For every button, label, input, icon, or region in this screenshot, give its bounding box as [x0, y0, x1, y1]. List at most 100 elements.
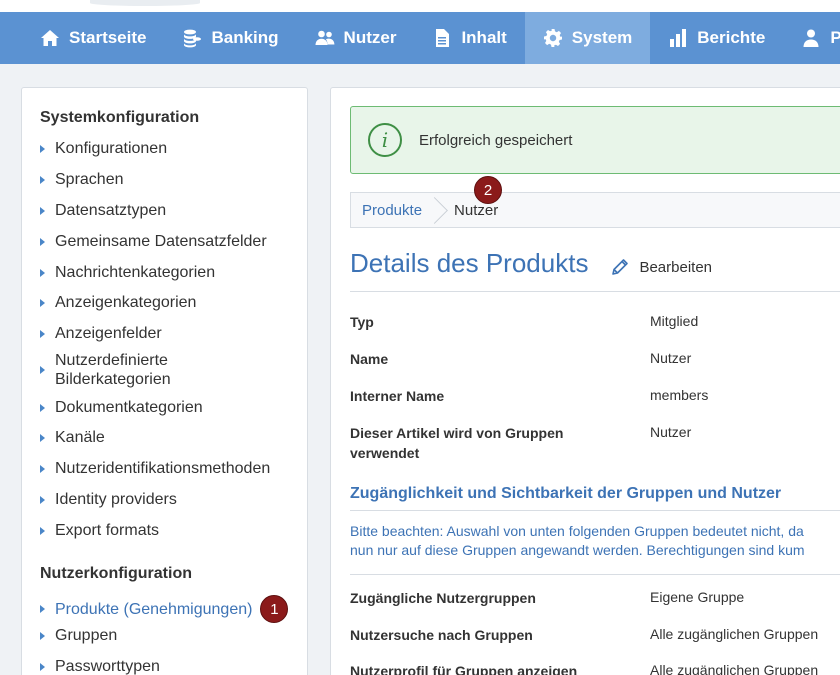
- caret-right-icon: [40, 329, 45, 338]
- field-value: Nutzer: [650, 350, 692, 366]
- person-icon: [803, 29, 819, 47]
- sidebar-item-sprachen[interactable]: Sprachen: [40, 170, 305, 189]
- info-icon: i: [368, 123, 402, 157]
- field-value: Mitglied: [650, 313, 699, 329]
- nav-label: System: [571, 28, 633, 47]
- field-value: Nutzer: [650, 424, 692, 440]
- sidebar-item-label: Nutzerdefinierte Bilderkategorien: [55, 352, 171, 388]
- sidebar-item-produkte[interactable]: Produkte (Genehmigungen) 1: [40, 595, 305, 623]
- sidebar-item-label: Anzeigenkategorien: [55, 294, 197, 311]
- sidebar-item-dokumentkategorien[interactable]: Dokumentkategorien: [40, 398, 305, 417]
- caret-right-icon: [40, 526, 45, 535]
- sidebar-item-label: Passworttypen: [55, 658, 160, 675]
- sidebar-item-bilderkategorien[interactable]: Nutzerdefinierte Bilderkategorien: [40, 351, 200, 389]
- nav-item-inhalt[interactable]: Inhalt: [414, 12, 524, 64]
- bar-chart-icon: [670, 29, 687, 47]
- gear-icon: [543, 29, 562, 47]
- caret-right-icon: [40, 268, 45, 277]
- sidebar-item-nachrichtenkategorien[interactable]: Nachrichtenkategorien: [40, 263, 305, 282]
- field-value: Alle zugänglichen Gruppen: [650, 626, 819, 642]
- caret-right-icon: [40, 366, 45, 374]
- field-label: Nutzersuche nach Gruppen: [350, 627, 533, 643]
- sidebar-item-label: Gruppen: [55, 627, 118, 644]
- nav-label: Inhalt: [461, 28, 507, 47]
- alert-message: Erfolgreich gespeichert: [419, 131, 573, 149]
- caret-right-icon: [40, 298, 45, 307]
- sidebar-item-gruppen[interactable]: Gruppen: [40, 626, 305, 645]
- field-label: Name: [350, 351, 389, 367]
- sidebar-item-label: Nachrichtenkategorien: [55, 264, 216, 281]
- sidebar-item-gemeinsame-datensatzfelder[interactable]: Gemeinsame Datensatzfelder: [40, 232, 305, 251]
- coins-icon: [184, 29, 202, 48]
- edit-button[interactable]: Bearbeiten: [610, 257, 712, 277]
- sidebar-item-label: Export formats: [55, 522, 160, 539]
- sidebar-item-kanaele[interactable]: Kanäle: [40, 428, 305, 447]
- caret-right-icon: [40, 605, 45, 613]
- field-label: Zugängliche Nutzergruppen: [350, 590, 536, 606]
- note-line-2: nun nur auf diese Gruppen angewandt werd…: [350, 542, 805, 558]
- sidebar-heading-nutzerkonfiguration: Nutzerkonfiguration: [40, 565, 192, 582]
- caret-right-icon: [40, 144, 45, 153]
- nav-label: Pe: [830, 28, 840, 47]
- main-panel: i Erfolgreich gespeichert Produkte Nutze…: [330, 87, 840, 675]
- caret-right-icon: [40, 464, 45, 473]
- sidebar-item-label: Dokumentkategorien: [55, 399, 203, 416]
- field-label: Interner Name: [350, 388, 445, 404]
- sidebar-heading-systemkonfiguration: Systemkonfiguration: [40, 109, 200, 126]
- browser-top-strip: [0, 0, 840, 12]
- field-label: Typ: [350, 314, 374, 330]
- sidebar-item-anzeigenfelder[interactable]: Anzeigenfelder: [40, 324, 305, 343]
- sidebar: Systemkonfiguration Konfigurationen Spra…: [21, 87, 308, 675]
- caret-right-icon: [40, 662, 45, 671]
- breadcrumb-separator-icon: [432, 193, 446, 227]
- edit-label: Bearbeiten: [639, 258, 713, 276]
- nav-item-berichte[interactable]: Berichte: [650, 12, 783, 64]
- section-title-zugaenglichkeit: Zugänglichkeit und Sichtbarkeit der Grup…: [350, 485, 840, 511]
- main-navbar: Startseite Banking Nutzer Inhalt System …: [0, 12, 840, 64]
- sidebar-item-label: Kanäle: [55, 429, 105, 446]
- caret-right-icon: [40, 631, 45, 640]
- home-icon: [41, 30, 59, 46]
- sidebar-item-anzeigenkategorien[interactable]: Anzeigenkategorien: [40, 293, 305, 312]
- nav-item-personen[interactable]: Pe: [783, 12, 840, 64]
- sidebar-item-label: Produkte (Genehmigungen): [55, 600, 253, 618]
- step-badge-1: 1: [260, 595, 289, 623]
- step-badge-2: 2: [474, 176, 502, 204]
- nav-label: Startseite: [69, 28, 147, 47]
- breadcrumb-link-produkte[interactable]: Produkte: [351, 202, 422, 219]
- sidebar-item-passworttypen[interactable]: Passworttypen: [40, 657, 305, 675]
- nav-item-system[interactable]: System: [524, 12, 651, 64]
- nav-item-startseite[interactable]: Startseite: [0, 12, 164, 64]
- nav-label: Berichte: [697, 28, 766, 47]
- sidebar-item-identity-providers[interactable]: Identity providers: [40, 490, 305, 509]
- breadcrumb: Produkte Nutzer: [350, 192, 840, 228]
- success-alert: i Erfolgreich gespeichert: [350, 106, 840, 174]
- caret-right-icon: [40, 433, 45, 442]
- sidebar-item-label: Gemeinsame Datensatzfelder: [55, 233, 267, 250]
- sidebar-item-label: Identity providers: [55, 491, 177, 508]
- sidebar-item-export-formats[interactable]: Export formats: [40, 521, 305, 540]
- sidebar-item-label: Datensatztypen: [55, 202, 167, 219]
- field-value: Alle zugänglichen Gruppen: [650, 662, 819, 675]
- breadcrumb-current-nutzer: Nutzer: [454, 201, 499, 219]
- sidebar-item-label: Konfigurationen: [55, 140, 168, 157]
- nav-item-nutzer[interactable]: Nutzer: [297, 12, 415, 64]
- field-label: Nutzerprofil für Gruppen anzeigen: [350, 663, 578, 675]
- sidebar-item-nutzeridentifikationsmethoden[interactable]: Nutzeridentifikationsmethoden: [40, 459, 305, 478]
- sidebar-item-datensatztypen[interactable]: Datensatztypen: [40, 201, 305, 220]
- info-note: Bitte beachten: Auswahl von unten folgen…: [350, 522, 840, 560]
- sidebar-item-label: Anzeigenfelder: [55, 325, 162, 342]
- field-value: Eigene Gruppe: [650, 589, 745, 605]
- pencil-icon: [612, 259, 629, 275]
- caret-right-icon: [40, 495, 45, 504]
- nav-item-banking[interactable]: Banking: [164, 12, 296, 64]
- page-title: Details des Produkts: [350, 248, 589, 278]
- sidebar-item-konfigurationen[interactable]: Konfigurationen: [40, 139, 305, 158]
- divider: [350, 574, 840, 575]
- nav-label: Nutzer: [343, 28, 397, 47]
- note-line-1: Bitte beachten: Auswahl von unten folgen…: [350, 523, 804, 539]
- document-icon: [436, 29, 450, 47]
- nav-label: Banking: [211, 28, 279, 47]
- sidebar-item-label: Sprachen: [55, 171, 124, 188]
- caret-right-icon: [40, 206, 45, 215]
